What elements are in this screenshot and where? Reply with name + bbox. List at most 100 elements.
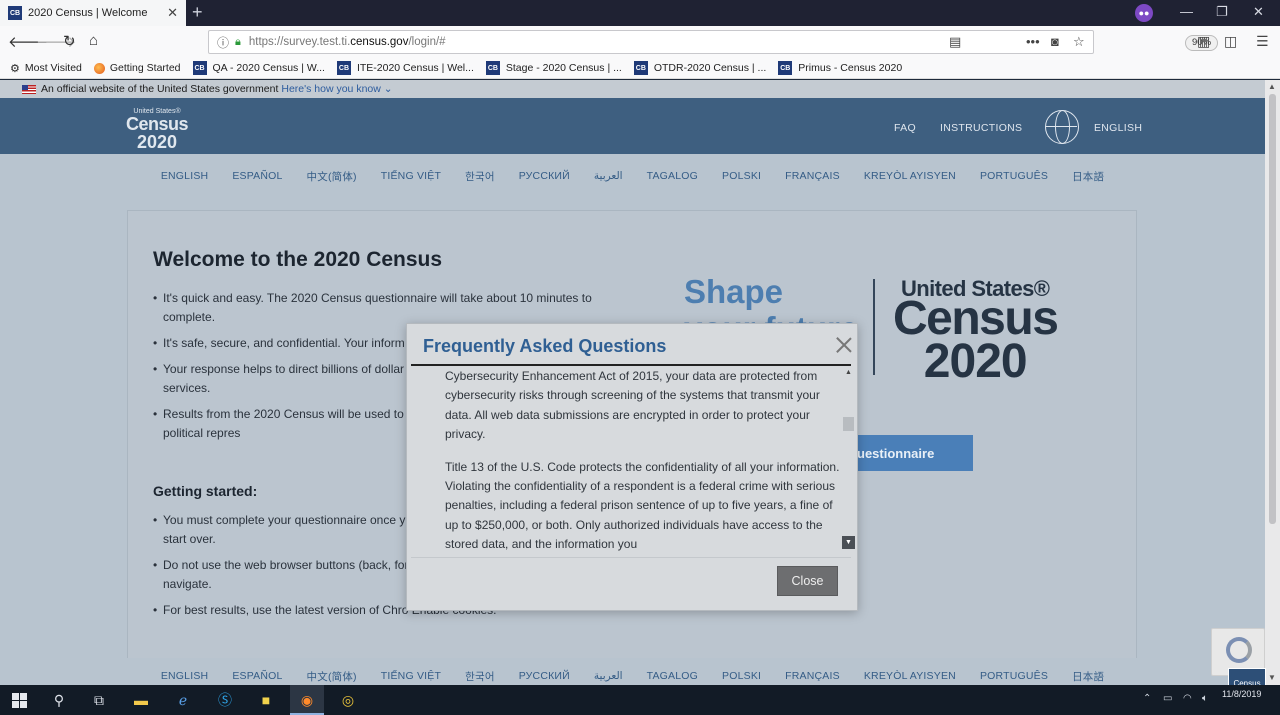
chrome-icon[interactable]: ◎ — [338, 690, 358, 710]
gov-banner: An official website of the United States… — [0, 80, 1265, 98]
bookmark-star-icon[interactable]: ☆ — [1073, 34, 1085, 50]
census-favicon-icon: CB — [336, 61, 351, 75]
url-prefix: https://survey.test.ti. — [248, 36, 351, 48]
lang-link-polish[interactable]: POLSKI — [722, 670, 761, 682]
lang-link-japanese[interactable]: 日本語 — [1072, 669, 1104, 684]
language-selector[interactable]: ENGLISH — [1094, 122, 1142, 134]
library-icon[interactable]: ▥ — [1197, 33, 1210, 50]
scroll-down-icon[interactable]: ▼ — [842, 536, 855, 549]
lang-link-vietnamese[interactable]: TIẾNG VIỆT — [381, 170, 441, 182]
lang-link-french[interactable]: FRANÇAIS — [785, 670, 840, 682]
lang-link-arabic[interactable]: العربية — [594, 670, 623, 682]
volume-icon[interactable]: 🔈︎ — [1202, 693, 1208, 704]
start-questionnaire-button[interactable]: uestionnaire — [843, 435, 973, 471]
lang-link-haitian-creole[interactable]: KREYÒL AYISYEN — [864, 670, 956, 682]
modal-title-divider — [411, 364, 851, 366]
modal-scrollbar-thumb[interactable] — [843, 417, 854, 431]
close-window-icon[interactable]: ✕ — [1253, 4, 1264, 20]
lang-link-japanese[interactable]: 日本語 — [1072, 169, 1104, 184]
language-bar-bottom: ENGLISH ESPAÑOL 中文(简体) TIẾNG VIỆT 한국어 РУ… — [0, 658, 1265, 685]
site-info-icon[interactable]: ⓘ — [217, 34, 229, 51]
modal-title: Frequently Asked Questions — [423, 336, 667, 356]
browser-tab-bar: CB 2020 Census | Welcome ✕ + ●● — ❐ ✕ — [0, 0, 1280, 26]
scroll-up-icon[interactable]: ▲ — [845, 369, 852, 376]
skype-icon[interactable]: Ⓢ — [215, 690, 235, 710]
lock-icon: 🔒︎ — [235, 35, 241, 48]
new-tab-button[interactable]: + — [192, 2, 203, 23]
close-button[interactable]: Close — [777, 566, 838, 596]
lang-link-russian[interactable]: РУССКИЙ — [519, 170, 570, 182]
reader-view-icon[interactable]: ▤ — [949, 34, 961, 50]
bookmark-stage-census[interactable]: CB Stage - 2020 Census | ... — [485, 61, 622, 75]
lang-link-tagalog[interactable]: TAGALOG — [647, 170, 698, 182]
lang-link-portuguese[interactable]: PORTUGUÊS — [980, 170, 1048, 182]
home-icon[interactable]: ⌂ — [89, 32, 98, 49]
minimize-window-icon[interactable]: — — [1180, 4, 1193, 19]
lang-link-espanol[interactable]: ESPAÑOL — [232, 670, 282, 682]
lang-link-korean[interactable]: 한국어 — [465, 669, 495, 684]
bookmark-getting-started[interactable]: Getting Started — [93, 62, 181, 74]
faq-paragraph: Title 13 of the U.S. Code protects the c… — [445, 459, 840, 551]
page-scrollbar[interactable]: ▲ ▼ — [1265, 80, 1280, 685]
lang-link-portuguese[interactable]: PORTUGUÊS — [980, 670, 1048, 682]
lang-link-english[interactable]: ENGLISH — [161, 170, 209, 182]
language-bar-top: ENGLISH ESPAÑOL 中文(简体) TIẾNG VIỆT 한국어 РУ… — [0, 158, 1265, 194]
sidebar-icon[interactable]: ◫ — [1224, 33, 1237, 50]
sticky-notes-icon[interactable]: ■ — [256, 690, 276, 710]
lang-link-tagalog[interactable]: TAGALOG — [647, 670, 698, 682]
bookmark-primus-census[interactable]: CB Primus - Census 2020 — [778, 61, 902, 75]
internet-explorer-icon[interactable]: ℯ — [173, 690, 193, 710]
address-bar[interactable]: ⓘ 🔒︎ https://survey.test.ti. census.gov/l… — [208, 30, 1219, 54]
close-icon[interactable] — [835, 336, 853, 354]
pocket-icon[interactable]: ◙ — [1051, 34, 1059, 49]
census-logo[interactable]: United States® Census 2020 — [126, 108, 189, 151]
lang-link-english[interactable]: ENGLISH — [161, 670, 209, 682]
lang-link-vietnamese[interactable]: TIẾNG VIỆT — [381, 670, 441, 682]
lang-link-arabic[interactable]: العربية — [594, 170, 623, 182]
page-scrollbar-thumb[interactable] — [1269, 94, 1276, 524]
lang-link-french[interactable]: FRANÇAIS — [785, 170, 840, 182]
menu-icon[interactable]: ☰ — [1256, 33, 1269, 50]
search-icon[interactable]: ⚲ — [49, 690, 69, 710]
lang-link-espanol[interactable]: ESPAÑOL — [232, 170, 282, 182]
bookmark-qa-census[interactable]: CB QA - 2020 Census | W... — [192, 61, 325, 75]
url-path: /login/# — [408, 36, 446, 48]
faq-link[interactable]: FAQ — [894, 122, 916, 134]
windows-taskbar: ⚲ ⧉ ▬ ℯ Ⓢ ■ ◉ ◎ ⌃ ▭ ◠ 🔈︎ 11/8/2019 — [0, 685, 1280, 715]
faq-modal: Frequently Asked Questions Cybersecurity… — [406, 323, 858, 611]
bookmark-most-visited[interactable]: ⚙ Most Visited — [10, 62, 82, 75]
scroll-up-icon[interactable]: ▲ — [1268, 82, 1276, 91]
file-explorer-icon[interactable]: ▬ — [131, 690, 151, 710]
list-item: It's quick and easy. The 2020 Census que… — [153, 289, 598, 327]
tray-chevron-up-icon[interactable]: ⌃ — [1143, 693, 1151, 704]
task-view-icon[interactable]: ⧉ — [89, 690, 109, 710]
getting-started-heading: Getting started: — [153, 483, 258, 499]
browser-nav-bar: 🡐 🡒 ↻ ⌂ ⓘ 🔒︎ https://survey.test.ti. cens… — [0, 26, 1280, 58]
lang-link-haitian-creole[interactable]: KREYÒL AYISYEN — [864, 170, 956, 182]
clock-date: 11/8/2019 — [1222, 689, 1262, 699]
start-menu-button[interactable] — [9, 690, 29, 710]
lang-link-russian[interactable]: РУССКИЙ — [519, 670, 570, 682]
clock[interactable]: 11/8/2019 — [1222, 688, 1261, 700]
bookmark-otdr-census[interactable]: CB OTDR-2020 Census | ... — [633, 61, 766, 75]
browser-tab-active[interactable]: CB 2020 Census | Welcome ✕ — [0, 0, 186, 26]
heres-how-you-know-link[interactable]: Here's how you know ⌄ — [281, 83, 392, 95]
lang-link-korean[interactable]: 한국어 — [465, 169, 495, 184]
reload-icon[interactable]: ↻ — [63, 32, 76, 50]
instructions-link[interactable]: INSTRUCTIONS — [940, 122, 1022, 134]
scroll-down-icon[interactable]: ▼ — [1268, 673, 1276, 682]
faq-paragraph: Cybersecurity Enhancement Act of 2015, y… — [445, 369, 820, 442]
wifi-icon[interactable]: ◠ — [1183, 693, 1192, 704]
bookmark-ite-census[interactable]: CB ITE-2020 Census | Wel... — [336, 61, 474, 75]
globe-icon[interactable] — [1045, 110, 1079, 144]
restore-window-icon[interactable]: ❐ — [1216, 4, 1228, 20]
lang-link-polish[interactable]: POLSKI — [722, 170, 761, 182]
census-favicon-icon: CB — [8, 6, 22, 20]
page-actions-icon[interactable]: ••• — [1026, 34, 1040, 49]
firefox-icon[interactable]: ◉ — [297, 690, 317, 710]
tab-close-icon[interactable]: ✕ — [167, 5, 178, 21]
modal-scrollbar[interactable]: ▲ ▼ — [842, 367, 855, 551]
lang-link-chinese[interactable]: 中文(简体) — [307, 669, 357, 684]
battery-icon[interactable]: ▭ — [1163, 693, 1172, 704]
lang-link-chinese[interactable]: 中文(简体) — [307, 169, 357, 184]
